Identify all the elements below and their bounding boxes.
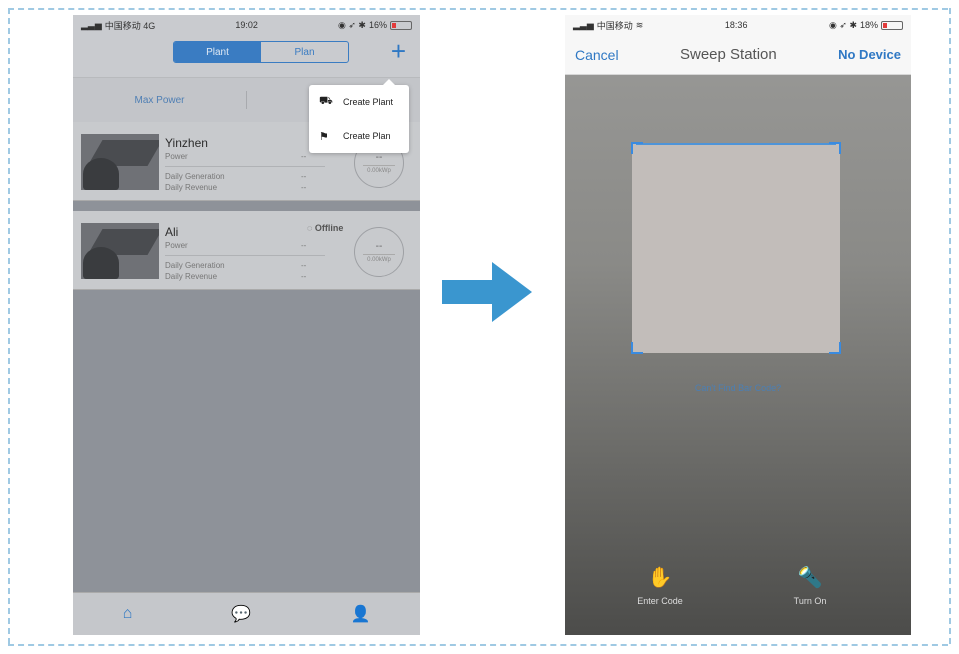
battery-icon — [881, 20, 903, 30]
create-dropdown-menu: ⛟ Create Plant ⚑ Create Plan — [309, 79, 409, 153]
revenue-value: -- — [301, 183, 307, 192]
carrier: 中国移动 4G — [104, 20, 156, 31]
status-bar: ▂▃▅ 中国移动 4G 19:02 ◉ ➶ ✱ 16% — [73, 15, 420, 35]
hand-icon: ✋ — [647, 567, 673, 589]
clock: 19:02 — [235, 20, 258, 30]
segment-plant[interactable]: Plant — [174, 42, 261, 62]
cancel-button[interactable]: Cancel — [575, 47, 619, 63]
offline-icon: ◌ — [307, 223, 315, 233]
wifi-icon: ≋ — [635, 19, 644, 30]
turn-on-label: Turn On — [793, 596, 827, 606]
plant-thumbnail — [81, 134, 159, 190]
scan-viewfinder — [631, 142, 841, 354]
dashed-frame-right — [947, 8, 951, 644]
battery-icon — [389, 20, 412, 30]
gauge-unit: 0.00kWp — [363, 165, 395, 174]
plant-icon: ⛟ — [319, 95, 333, 107]
revenue-label: Daily Revenue — [165, 272, 218, 281]
gauge-unit: 0.00kWp — [363, 254, 395, 263]
page-title: Sweep Station — [679, 46, 777, 63]
signal-icon: ▂▃▅ — [81, 19, 102, 30]
power-value: -- — [301, 152, 307, 161]
power-value: -- — [301, 241, 307, 250]
cant-find-barcode-link[interactable]: Can't Find Bar Code? — [565, 383, 911, 393]
power-label: Power — [165, 152, 188, 161]
nav-bar: Cancel Sweep Station No Device — [565, 35, 911, 75]
segment-plan[interactable]: Plan — [261, 42, 348, 62]
flow-arrow-icon — [442, 262, 532, 322]
chat-icon[interactable]: 💬 — [231, 604, 251, 624]
signal-icon: ▂▃▅ — [573, 19, 594, 30]
tab-max-power[interactable]: Max Power — [73, 95, 246, 106]
no-device-button[interactable]: No Device — [838, 47, 901, 62]
left-phone-screen: ▂▃▅ 中国移动 4G 19:02 ◉ ➶ ✱ 16% Plant Plan + M… — [73, 15, 420, 635]
offline-status: ◌ Offline — [307, 223, 344, 233]
plant-thumbnail — [81, 223, 159, 279]
menu-item-create-plant[interactable]: ⛟ Create Plant — [309, 85, 409, 119]
enter-code-button[interactable]: ✋ Enter Code — [620, 565, 700, 606]
flashlight-button[interactable]: 🔦 Turn On — [770, 565, 850, 606]
plant-name: Ali — [165, 225, 179, 239]
battery-percent: 16% — [368, 20, 387, 30]
dashed-frame-bottom — [8, 642, 948, 646]
gauge-value: -- — [375, 241, 383, 252]
segment-control: Plant Plan — [173, 41, 349, 63]
flashlight-icon: 🔦 — [797, 567, 823, 589]
status-icons: ◉ ➶ ✱ — [338, 19, 366, 30]
generation-label: Daily Generation — [165, 261, 225, 270]
revenue-value: -- — [301, 272, 307, 281]
revenue-label: Daily Revenue — [165, 183, 218, 192]
right-phone-screen: ▂▃▅ 中国移动 ≋ 18:36 ◉ ➶ ✱ 18% Cancel Sweep Sta… — [565, 15, 911, 635]
plant-name: Yinzhen — [165, 136, 208, 150]
generation-value: -- — [301, 172, 307, 181]
home-icon[interactable]: ⌂ — [123, 605, 133, 623]
clock: 18:36 — [724, 20, 748, 30]
battery-percent: 18% — [859, 20, 878, 30]
plus-icon[interactable]: + — [391, 37, 406, 65]
power-label: Power — [165, 241, 188, 250]
nav-bar: Plant Plan + — [73, 35, 420, 78]
status-icons: ◉ ➶ ✱ — [829, 19, 857, 30]
menu-item-create-plan[interactable]: ⚑ Create Plan — [309, 119, 409, 153]
bottom-tab-bar: ⌂ 💬 👤 — [73, 592, 420, 635]
flag-icon: ⚑ — [319, 130, 329, 143]
capacity-gauge: -- 0.00kWp — [354, 227, 404, 277]
gauge-value: -- — [375, 152, 383, 163]
generation-value: -- — [301, 261, 307, 270]
plant-card[interactable]: Ali ◌ Offline Power -- Daily Generation … — [73, 211, 420, 290]
user-icon[interactable]: 👤 — [350, 604, 370, 624]
generation-label: Daily Generation — [165, 172, 225, 181]
enter-code-label: Enter Code — [637, 596, 683, 606]
carrier: 中国移动 — [596, 20, 633, 31]
status-bar: ▂▃▅ 中国移动 ≋ 18:36 ◉ ➶ ✱ 18% — [565, 15, 911, 35]
